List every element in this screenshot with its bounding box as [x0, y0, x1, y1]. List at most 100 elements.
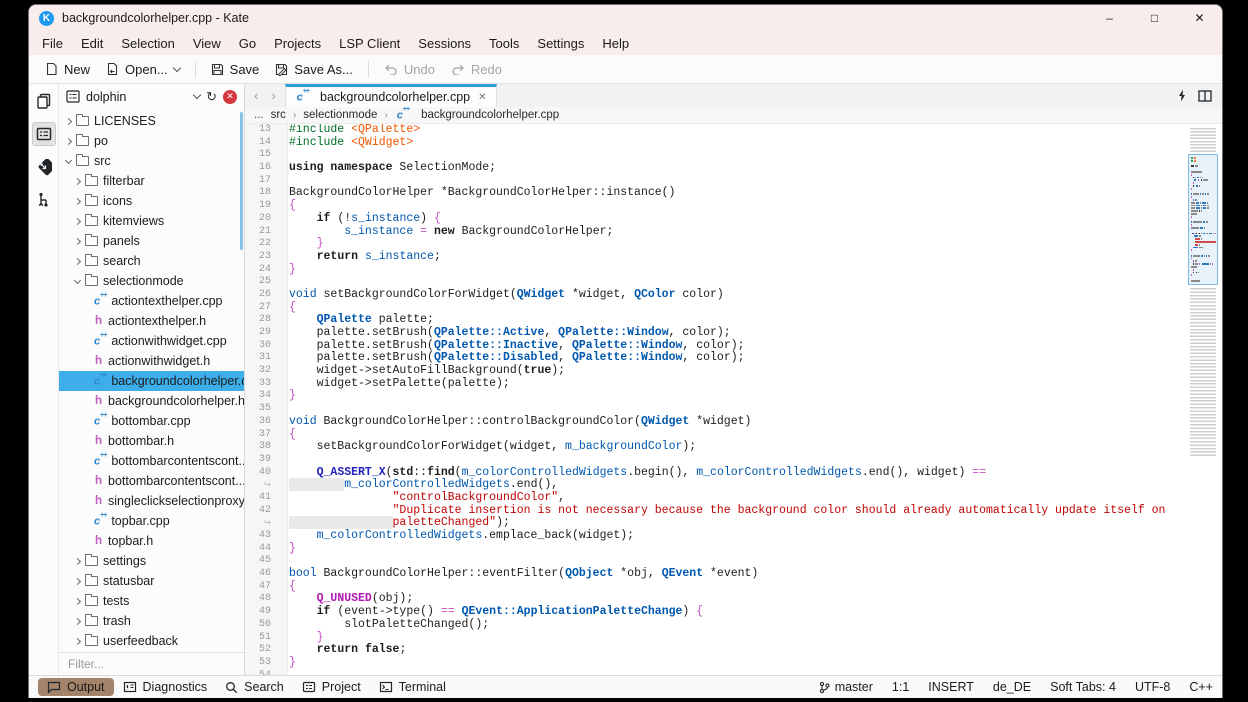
tree-item-kitemviews[interactable]: kitemviews	[59, 211, 244, 231]
project-panel-button[interactable]: Project	[293, 678, 370, 696]
undo-button[interactable]: Undo	[376, 59, 443, 80]
tree-item-userfeedback[interactable]: userfeedback	[59, 631, 244, 651]
code-line[interactable]: 46 bool BackgroundColorHelper::eventFilte…	[245, 567, 1185, 581]
menu-lsp-client[interactable]: LSP Client	[330, 33, 409, 54]
tree-item-actiontexthelper-cpp[interactable]: c++ actiontexthelper.cpp	[59, 291, 244, 311]
close-button[interactable]: ✕	[1177, 5, 1222, 31]
menu-projects[interactable]: Projects	[265, 33, 330, 54]
file-language[interactable]: C++	[1189, 680, 1213, 694]
tree-item-filterbar[interactable]: filterbar	[59, 171, 244, 191]
minimap-viewport[interactable]	[1188, 154, 1218, 285]
tree-item-actionwithwidget-h[interactable]: h actionwithwidget.h	[59, 351, 244, 371]
git-icon[interactable]	[32, 155, 56, 179]
input-mode[interactable]: INSERT	[928, 680, 974, 694]
tree-item-po[interactable]: po	[59, 131, 244, 151]
open-button[interactable]: Open...	[98, 59, 188, 80]
expander-closed-icon[interactable]	[72, 557, 83, 565]
breadcrumb-selectionmode[interactable]: selectionmode	[303, 109, 377, 121]
code-line[interactable]: 16 using namespace SelectionMode;	[245, 161, 1185, 175]
breadcrumb-ellipsis[interactable]: ...	[254, 109, 264, 121]
code-line[interactable]: 43 m_colorControlledWidgets.emplace_back…	[245, 529, 1185, 543]
dictionary[interactable]: de_DE	[993, 680, 1031, 694]
search-panel-button[interactable]: Search	[216, 678, 293, 696]
tree-scrollbar[interactable]	[240, 112, 243, 250]
tree-item-panels[interactable]: panels	[59, 231, 244, 251]
expander-closed-icon[interactable]	[72, 257, 83, 265]
code-line[interactable]: 26 void setBackgroundColorForWidget(QWidg…	[245, 288, 1185, 302]
code-editor[interactable]: 13 #include <QPalette> 14 #include <QWidget…	[245, 124, 1185, 675]
menu-edit[interactable]: Edit	[72, 33, 112, 54]
close-project-icon[interactable]: ✕	[223, 89, 237, 104]
open-dropdown-icon[interactable]	[172, 63, 181, 72]
code-line[interactable]: 52 return false;	[245, 643, 1185, 657]
expander-closed-icon[interactable]	[72, 617, 83, 625]
tree-item-backgroundcolorhelper-c[interactable]: c++ backgroundcolorhelper.c...	[59, 371, 244, 391]
redo-button[interactable]: Redo	[443, 59, 510, 80]
encoding[interactable]: UTF-8	[1135, 680, 1170, 694]
menu-go[interactable]: Go	[230, 33, 265, 54]
cursor-position[interactable]: 1:1	[892, 680, 909, 694]
tree-item-bottombar-cpp[interactable]: c++ bottombar.cpp	[59, 411, 244, 431]
tree-item-search[interactable]: search	[59, 251, 244, 271]
expander-closed-icon[interactable]	[72, 217, 83, 225]
code-line[interactable]: 53}	[245, 656, 1185, 670]
tree-item-settings[interactable]: settings	[59, 551, 244, 571]
tree-item-bottombarcontentscont[interactable]: c++ bottombarcontentscont...	[59, 451, 244, 471]
expander-closed-icon[interactable]	[72, 577, 83, 585]
code-line[interactable]: 14 #include <QWidget>	[245, 136, 1185, 150]
expander-open-icon[interactable]	[63, 156, 74, 164]
tree-item-bottombarcontentscont[interactable]: h bottombarcontentscont...	[59, 471, 244, 491]
breadcrumb-file[interactable]: backgroundcolorhelper.cpp	[421, 109, 559, 121]
maximize-button[interactable]: □	[1132, 5, 1177, 31]
tree-item-tests[interactable]: tests	[59, 591, 244, 611]
quick-open-icon[interactable]	[1178, 89, 1186, 102]
menu-selection[interactable]: Selection	[112, 33, 183, 54]
tree-item-actionwithwidget-cpp[interactable]: c++ actionwithwidget.cpp	[59, 331, 244, 351]
breadcrumb-src[interactable]: src	[271, 109, 286, 121]
tab-close-icon[interactable]: ✕	[478, 92, 486, 103]
tree-item-src[interactable]: src	[59, 151, 244, 171]
refresh-icon[interactable]: ↻	[206, 89, 217, 105]
code-line[interactable]: 33 widget->setPalette(palette);	[245, 377, 1185, 391]
expander-closed-icon[interactable]	[72, 597, 83, 605]
tree-item-licenses[interactable]: LICENSES	[59, 111, 244, 131]
save-button[interactable]: Save	[203, 59, 268, 80]
expander-closed-icon[interactable]	[72, 637, 83, 645]
expander-open-icon[interactable]	[72, 276, 83, 284]
tree-item-actiontexthelper-h[interactable]: h actiontexthelper.h	[59, 311, 244, 331]
expander-closed-icon[interactable]	[72, 177, 83, 185]
filter-input[interactable]	[59, 653, 244, 675]
projects-icon[interactable]	[31, 122, 56, 146]
code-line[interactable]: 38 setBackgroundColorForWidget(widget, m…	[245, 440, 1185, 454]
code-line[interactable]: 23 return s_instance;	[245, 250, 1185, 264]
code-line[interactable]: 36 void BackgroundColorHelper::controlBac…	[245, 415, 1185, 429]
expander-closed-icon[interactable]	[63, 117, 74, 125]
tree-item-statusbar[interactable]: statusbar	[59, 571, 244, 591]
diagnostics-panel-button[interactable]: Diagnostics	[114, 678, 217, 696]
tree-item-backgroundcolorhelper-h[interactable]: h backgroundcolorhelper.h	[59, 391, 244, 411]
tree-item-topbar-h[interactable]: h topbar.h	[59, 531, 244, 551]
menu-settings[interactable]: Settings	[528, 33, 593, 54]
menu-view[interactable]: View	[184, 33, 230, 54]
tree-item-selectionmode[interactable]: selectionmode	[59, 271, 244, 291]
menu-tools[interactable]: Tools	[480, 33, 528, 54]
expander-closed-icon[interactable]	[72, 197, 83, 205]
tab-mode[interactable]: Soft Tabs: 4	[1050, 680, 1116, 694]
tree-item-bottombar-h[interactable]: h bottombar.h	[59, 431, 244, 451]
code-line[interactable]: 24}	[245, 263, 1185, 277]
expander-closed-icon[interactable]	[72, 237, 83, 245]
minimap[interactable]	[1185, 124, 1222, 675]
tree-item-topbar-cpp[interactable]: c++ topbar.cpp	[59, 511, 244, 531]
menu-help[interactable]: Help	[593, 33, 638, 54]
documents-icon[interactable]	[32, 89, 56, 113]
code-line[interactable]: 18 BackgroundColorHelper *BackgroundColor…	[245, 187, 1185, 200]
code-line[interactable]: 21 s_instance = new BackgroundColorHelpe…	[245, 225, 1185, 239]
tree-item-icons[interactable]: icons	[59, 191, 244, 211]
code-line[interactable]: 44}	[245, 542, 1185, 556]
tab-back-icon[interactable]: ‹	[248, 88, 264, 103]
code-line[interactable]: 54	[245, 670, 1185, 675]
menu-file[interactable]: File	[33, 33, 72, 54]
symbols-outline-icon[interactable]	[32, 188, 56, 212]
tab-backgroundcolorhelper[interactable]: c++ backgroundcolorhelper.cpp ✕	[284, 84, 497, 107]
expander-closed-icon[interactable]	[63, 137, 74, 145]
